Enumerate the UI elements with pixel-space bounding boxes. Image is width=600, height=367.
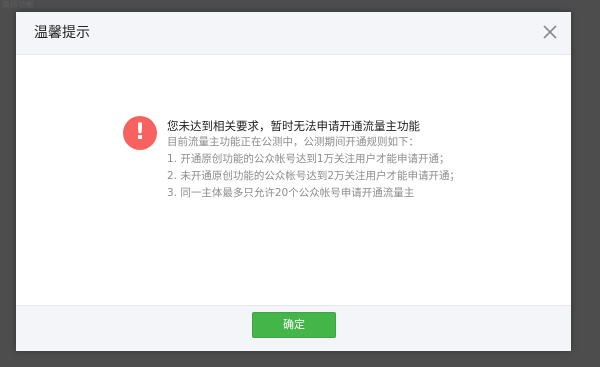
close-icon[interactable] (541, 23, 559, 41)
message-title: 您未达到相关要求，暂时无法申请开通流量主功能 (167, 119, 420, 133)
message-line: 目前流量主功能正在公测中，公测期间开通规则如下： (167, 136, 419, 148)
dialog-footer: 确定 (16, 305, 571, 351)
confirm-button[interactable]: 确定 (252, 312, 336, 338)
message-line: 1. 开通原创功能的公众帐号达到1万关注用户才能申请开通； (167, 153, 450, 165)
dialog-title: 温馨提示 (34, 25, 90, 41)
dialog-header: 温馨提示 (16, 12, 571, 55)
message-line: 3. 同一主体最多只允许20个公众帐号申请开通流量主 (167, 187, 415, 199)
message-content: 您未达到相关要求，暂时无法申请开通流量主功能 目前流量主功能正在公测中，公测期间… (167, 119, 537, 202)
dialog-body: ! 您未达到相关要求，暂时无法申请开通流量主功能 目前流量主功能正在公测中，公测… (16, 55, 571, 305)
warning-dialog: 温馨提示 ! 您未达到相关要求，暂时无法申请开通流量主功能 目前流量主功能正在公… (16, 12, 571, 351)
background-label: 高级功能 (2, 0, 34, 9)
page-backdrop: 高级功能 温馨提示 ! 您未达到相关要求，暂时无法申请开通流量主功能 目前流量主… (0, 0, 600, 367)
message-line: 2. 未开通原创功能的公众帐号达到2万关注用户才能申请开通； (167, 170, 461, 182)
exclamation-icon: ! (123, 116, 157, 150)
